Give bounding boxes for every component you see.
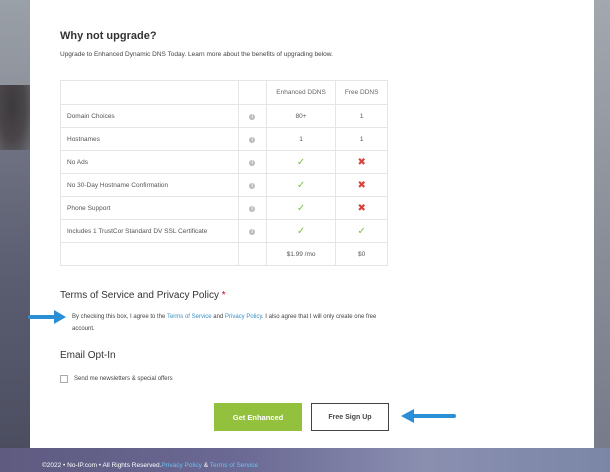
free-cell: ✖	[335, 173, 388, 197]
newsletter-option[interactable]: Send me newsletters & special offers	[60, 375, 173, 383]
header-enhanced: Enhanced DDNS	[265, 80, 337, 105]
feature-label: Phone Support	[67, 204, 111, 212]
table-row: No Ads i ✓ ✖	[60, 150, 388, 174]
table-row: Includes 1 TrustCor Standard DV SSL Cert…	[60, 219, 388, 243]
feature-label: Domain Choices	[67, 112, 115, 120]
free-price: $0	[335, 242, 388, 266]
info-icon[interactable]: i	[249, 113, 256, 120]
tos-text-before: By checking this box, I agree to the	[72, 314, 167, 320]
info-cell: i	[237, 127, 267, 151]
cell-value: 1	[359, 112, 364, 120]
info-cell: i	[237, 219, 267, 243]
free-cell: 1	[335, 127, 388, 151]
header-free: Free DDNS	[335, 80, 388, 105]
table-row: Hostnames i 1 1	[60, 127, 388, 151]
feature-cell: No Ads	[60, 150, 239, 174]
feature-cell: Domain Choices	[60, 104, 239, 128]
info-icon[interactable]: i	[249, 136, 256, 143]
header-info	[237, 80, 267, 105]
enhanced-cell: ✓	[265, 219, 337, 243]
free-cell: 1	[335, 104, 388, 128]
table-row: Domain Choices i 80+ 1	[60, 104, 388, 128]
get-enhanced-button[interactable]: Get Enhanced	[214, 403, 302, 431]
feature-label: Hostnames	[67, 135, 100, 143]
free-cell: ✓	[335, 219, 388, 243]
footer: ©2022 • No-IP.com • All Rights Reserved.…	[42, 462, 258, 469]
upgrade-intro: Upgrade to Enhanced Dynamic DNS Today. L…	[60, 51, 333, 58]
enhanced-cell: 80+	[265, 104, 337, 128]
feature-cell: Hostnames	[60, 127, 239, 151]
price-label-cell	[60, 242, 239, 266]
tos-title: Terms of Service and Privacy Policy *	[60, 290, 226, 301]
tos-agreement-text[interactable]: By checking this box, I agree to the Ter…	[72, 311, 392, 335]
enhanced-cell: 1	[265, 127, 337, 151]
cross-icon: ✖	[357, 156, 366, 168]
enhanced-cell: ✓	[265, 196, 337, 220]
checkmark-icon: ✓	[357, 225, 366, 237]
info-cell: i	[237, 104, 267, 128]
free-cell: ✖	[335, 196, 388, 220]
enhanced-cell: ✓	[265, 150, 337, 174]
info-icon[interactable]: i	[249, 205, 256, 212]
price-row: $1.99 /mo $0	[60, 242, 388, 266]
arrow-right-icon	[28, 310, 66, 324]
footer-copyright: ©2022 • No-IP.com • All Rights Reserved.	[42, 462, 162, 469]
background-right	[594, 0, 610, 472]
tos-link[interactable]: Terms of Service	[167, 314, 212, 320]
table-row: No 30-Day Hostname Confirmation i ✓ ✖	[60, 173, 388, 197]
tos-and: and	[211, 314, 225, 320]
feature-label: No 30-Day Hostname Confirmation	[67, 181, 169, 189]
newsletter-label: Send me newsletters & special offers	[74, 376, 173, 382]
feature-cell: Phone Support	[60, 196, 239, 220]
tos-title-text: Terms of Service and Privacy Policy	[60, 290, 219, 301]
upgrade-title: Why not upgrade?	[60, 30, 157, 42]
feature-cell: No 30-Day Hostname Confirmation	[60, 173, 239, 197]
table-body: Domain Choices i 80+ 1 Hostnames i 1 1 No Ads i ✓ ✖…	[60, 104, 388, 266]
price-info-cell	[237, 242, 267, 266]
arrow-left-icon	[401, 409, 456, 423]
checkmark-icon: ✓	[296, 202, 306, 214]
info-cell: i	[237, 150, 267, 174]
feature-label: No Ads	[67, 158, 88, 166]
info-cell: i	[237, 196, 267, 220]
feature-label: Includes 1 TrustCor Standard DV SSL Cert…	[67, 227, 208, 235]
email-optin-title: Email Opt-In	[60, 350, 116, 361]
feature-cell: Includes 1 TrustCor Standard DV SSL Cert…	[60, 219, 239, 243]
free-signup-button[interactable]: Free Sign Up	[311, 403, 389, 431]
cross-icon: ✖	[357, 202, 366, 214]
table-row: Phone Support i ✓ ✖	[60, 196, 388, 220]
info-icon[interactable]: i	[249, 159, 256, 166]
header-feature	[60, 80, 239, 105]
info-icon[interactable]: i	[249, 182, 256, 189]
cross-icon: ✖	[357, 179, 366, 191]
footer-tos-link[interactable]: Terms of Service	[210, 462, 258, 469]
footer-amp: &	[201, 462, 210, 469]
required-mark: *	[221, 290, 226, 301]
free-cell: ✖	[335, 150, 388, 174]
checkmark-icon: ✓	[296, 156, 306, 168]
checkmark-icon: ✓	[296, 225, 306, 237]
enhanced-price: $1.99 /mo	[265, 242, 337, 266]
table-header-row: Enhanced DDNS Free DDNS	[60, 80, 388, 105]
background-landscape	[0, 150, 30, 472]
checkmark-icon: ✓	[296, 179, 306, 191]
signup-card: Why not upgrade? Upgrade to Enhanced Dyn…	[30, 0, 594, 448]
enhanced-cell: ✓	[265, 173, 337, 197]
comparison-table: Enhanced DDNS Free DDNS Domain Choices i 8…	[60, 80, 388, 266]
cell-value: 80+	[295, 112, 307, 120]
cell-value: 1	[359, 135, 364, 143]
cell-value: 1	[299, 135, 303, 143]
privacy-link[interactable]: Privacy Policy	[225, 314, 262, 320]
info-cell: i	[237, 173, 267, 197]
footer-privacy-link[interactable]: Privacy Policy	[161, 462, 201, 469]
info-icon[interactable]: i	[249, 228, 256, 235]
background-tree	[0, 85, 30, 155]
newsletter-checkbox[interactable]	[60, 375, 68, 383]
